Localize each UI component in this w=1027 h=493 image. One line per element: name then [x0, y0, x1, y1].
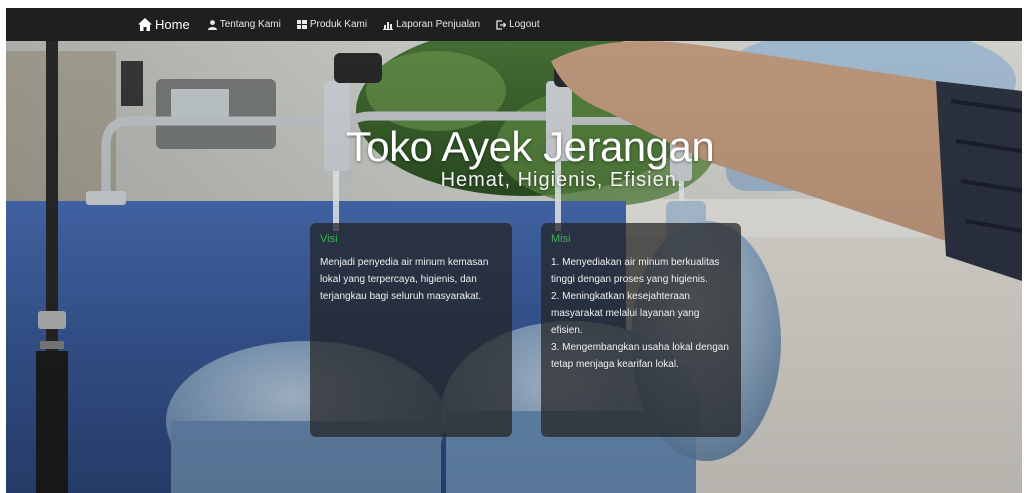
nav-logout[interactable]: Logout	[496, 19, 540, 30]
page-frame: Home Tentang Kami Produk Kami Laporan Pe…	[6, 8, 1022, 493]
misi-item: 2. Meningkatkan kesejahteraan masyarakat…	[551, 291, 700, 336]
nav-home-label: Home	[155, 17, 190, 32]
chart-icon	[383, 21, 394, 30]
user-icon	[207, 19, 217, 30]
visi-text: Menjadi penyedia air minum kemasan lokal…	[320, 257, 489, 302]
nav-produk-kami-label: Produk Kami	[309, 19, 368, 30]
misi-card: Misi 1. Menyediakan air minum berkualita…	[541, 223, 741, 437]
misi-item: 1. Menyediakan air minum berkualitas tin…	[551, 257, 720, 285]
visi-card: Visi Menjadi penyedia air minum kemasan …	[310, 223, 512, 437]
nav-laporan-penjualan[interactable]: Laporan Penjualan	[383, 19, 480, 30]
misi-heading: Misi	[551, 233, 571, 245]
hero-section: Toko Ayek Jerangan Hemat, Higienis, Efis…	[6, 41, 1022, 493]
home-icon	[138, 18, 152, 31]
grid-icon	[296, 20, 307, 29]
nav-laporan-penjualan-label: Laporan Penjualan	[396, 19, 481, 30]
nav-home[interactable]: Home	[138, 17, 190, 32]
top-navbar: Home Tentang Kami Produk Kami Laporan Pe…	[6, 8, 1022, 41]
nav-tentang-kami[interactable]: Tentang Kami	[207, 19, 281, 30]
hero-subtitle: Hemat, Higienis, Efisien.	[440, 169, 684, 191]
nav-produk-kami[interactable]: Produk Kami	[296, 19, 368, 30]
hero-background-image	[6, 41, 1022, 493]
misi-item: 3. Mengembangkan usaha lokal dengan teta…	[551, 342, 729, 370]
nav-logout-label: Logout	[509, 19, 540, 30]
nav-tentang-kami-label: Tentang Kami	[219, 19, 281, 30]
logout-icon	[496, 19, 507, 30]
hero-title: Toko Ayek Jerangan	[345, 123, 715, 170]
visi-heading: Visi	[320, 233, 338, 245]
